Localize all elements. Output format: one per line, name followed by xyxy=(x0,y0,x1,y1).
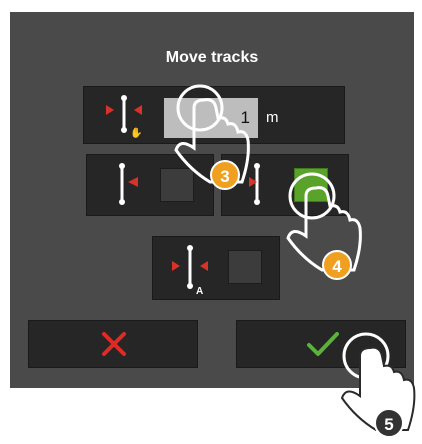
step-badge-5: 5 xyxy=(374,408,404,438)
check-icon xyxy=(307,332,339,356)
shift-right-button[interactable] xyxy=(221,154,349,216)
svg-text:A: A xyxy=(196,286,203,296)
step-badge-3: 3 xyxy=(210,160,240,190)
x-icon xyxy=(102,332,126,356)
dialog-title: Move tracks xyxy=(165,49,259,66)
svg-text:✋: ✋ xyxy=(130,126,142,138)
shift-right-checkbox[interactable] xyxy=(294,168,328,202)
shift-right-icon xyxy=(249,163,260,205)
shift-left-icon xyxy=(119,163,138,205)
move-track-icon: ✋ xyxy=(106,95,142,138)
move-tracks-dialog: Move tracks ✋ 1 m A xyxy=(10,12,414,388)
offset-unit: m xyxy=(266,109,279,126)
center-ab-icon: A xyxy=(172,245,208,296)
offset-value-input[interactable]: 1 xyxy=(164,98,258,138)
shift-left-button[interactable] xyxy=(86,154,214,216)
shift-left-checkbox[interactable] xyxy=(160,168,194,202)
step-badge-4: 4 xyxy=(322,250,352,280)
center-ab-checkbox[interactable] xyxy=(228,250,262,284)
